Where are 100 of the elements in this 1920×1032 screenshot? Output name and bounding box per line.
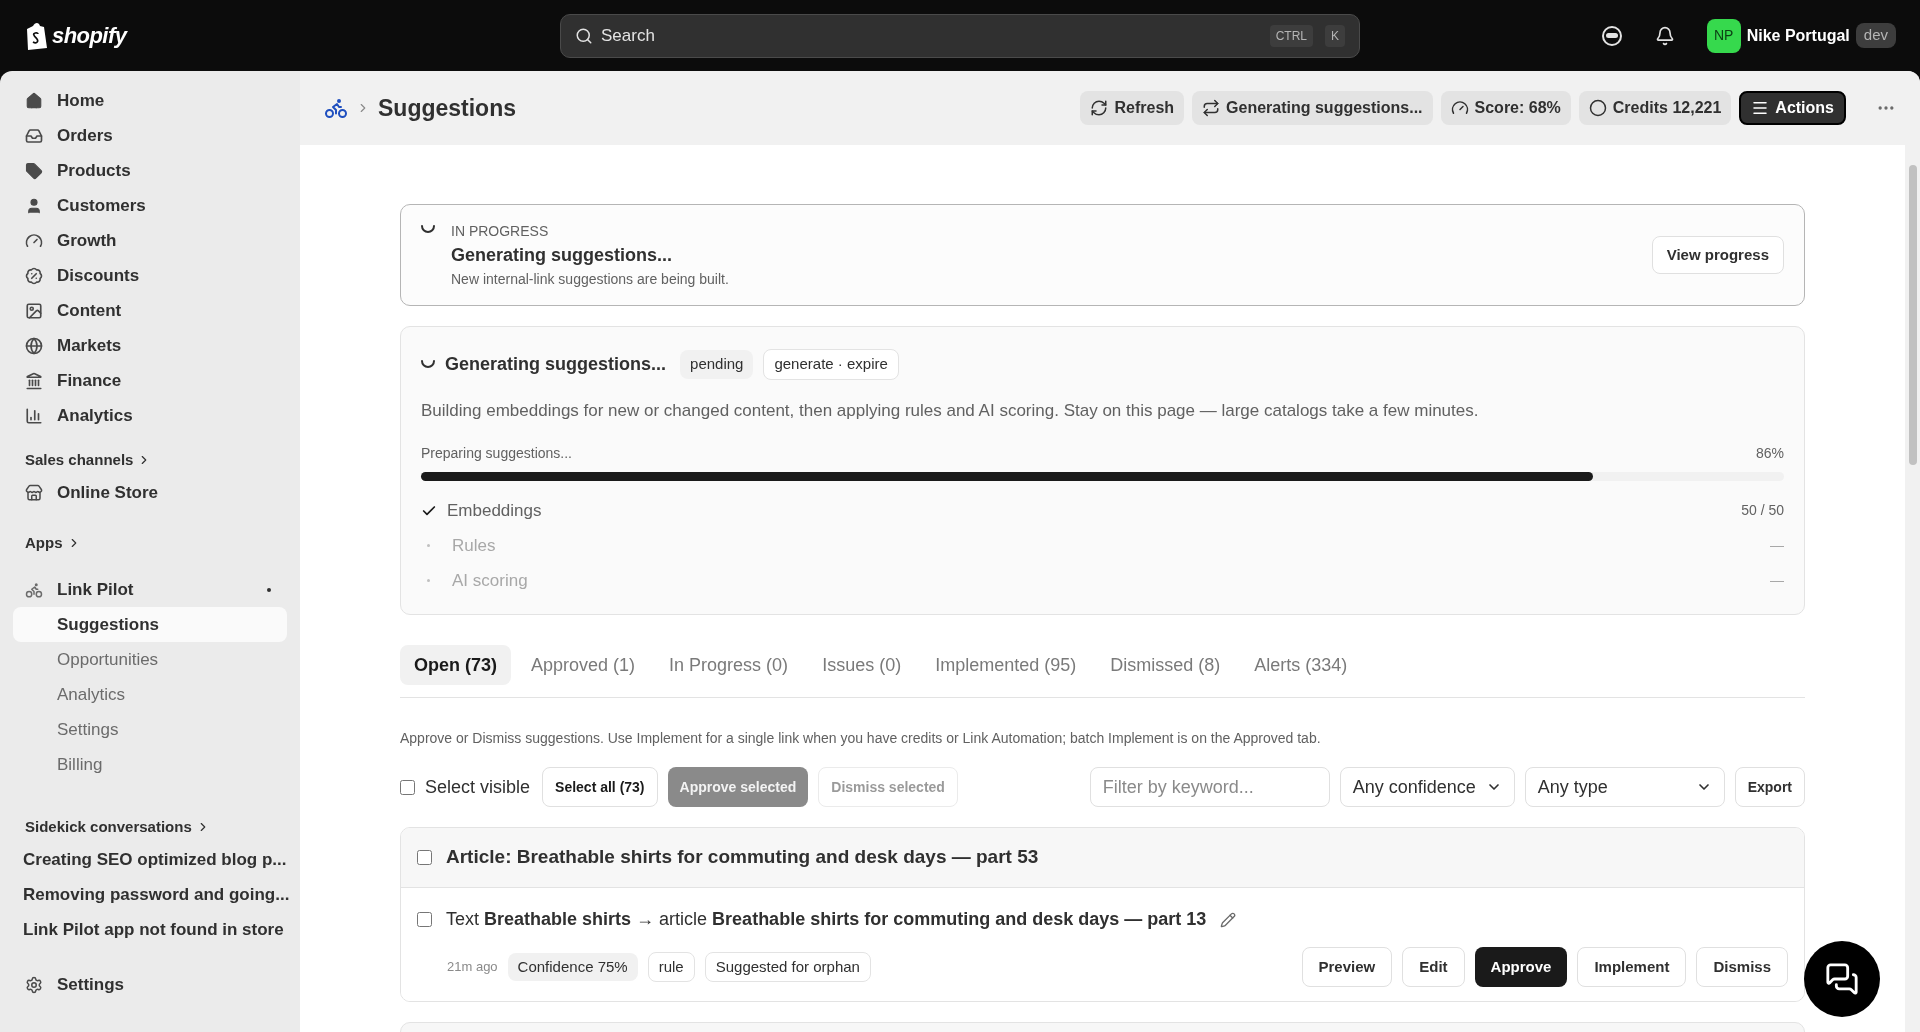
conversation-item[interactable]: Creating SEO optimized blog p... xyxy=(13,842,287,877)
job-description: Building embeddings for new or changed content, then applying rules and AI scoring. Stay on this page — large catalogs take a few minutes. xyxy=(421,399,1480,422)
timestamp: 21m ago xyxy=(447,958,498,977)
subnav-item[interactable]: Billing xyxy=(13,747,287,782)
tab[interactable]: Approved (1) xyxy=(517,645,650,685)
progress-label: Preparing suggestions... xyxy=(421,444,572,463)
search-field[interactable]: Search CTRL K xyxy=(560,13,1360,58)
image-icon xyxy=(25,301,43,320)
nav-item[interactable]: Orders xyxy=(13,118,287,153)
suggestion-text: Text Breathable shirts → article Breathable shirts for commuting and desk days — part 13 xyxy=(446,908,1207,931)
step-reading: 50 / 50 xyxy=(1741,501,1784,520)
notifications-icon[interactable] xyxy=(1654,25,1675,46)
status-label: IN PROGRESS xyxy=(451,221,550,241)
view-progress-button[interactable]: View progress xyxy=(1651,236,1784,274)
export-button[interactable]: Export xyxy=(1734,767,1805,807)
section-heading[interactable]: Apps xyxy=(13,528,287,558)
checkbox[interactable] xyxy=(400,779,415,795)
conversation-item[interactable]: Link Pilot app not found in store xyxy=(13,912,287,947)
action-button[interactable]: Preview xyxy=(1301,947,1393,987)
person-icon xyxy=(25,196,43,215)
header-button[interactable]: Refresh xyxy=(1080,91,1185,125)
action-button[interactable]: Dismiss xyxy=(1696,947,1788,987)
nav-item[interactable]: Finance xyxy=(13,363,287,398)
spinner-icon xyxy=(421,360,435,369)
subnav-item[interactable]: Analytics xyxy=(13,677,287,712)
subnav-item[interactable]: Settings xyxy=(13,712,287,747)
step-reading: — xyxy=(1770,536,1784,555)
action-button[interactable]: Edit xyxy=(1402,947,1465,987)
nav-item[interactable]: Markets xyxy=(13,328,287,363)
job-title: Generating suggestions... xyxy=(445,352,667,376)
sync-icon xyxy=(1202,99,1221,117)
checkbox[interactable] xyxy=(417,850,432,865)
header-button[interactable]: Credits 12,221 xyxy=(1578,91,1732,125)
checkbox[interactable] xyxy=(417,912,432,927)
settings-icon xyxy=(25,975,43,994)
step-label: Embeddings xyxy=(447,499,543,522)
tag: Confidence 75% xyxy=(507,952,638,982)
dropdown[interactable]: Any type xyxy=(1524,767,1725,807)
shopify-logo[interactable]: shopify xyxy=(24,19,560,52)
tag: rule xyxy=(647,951,695,983)
shortcut-key: CTRL xyxy=(1269,24,1313,47)
conversation-item[interactable]: Removing password and going... xyxy=(13,877,287,912)
tab[interactable]: Implemented (95) xyxy=(921,645,1091,685)
search-icon xyxy=(575,26,593,45)
section-heading[interactable]: Sales channels xyxy=(13,445,287,475)
status-tag: pending xyxy=(680,350,754,379)
step-label: Rules xyxy=(452,534,497,557)
nav-item[interactable]: Analytics xyxy=(13,398,287,433)
chat-icon xyxy=(1825,962,1859,996)
pencil-icon[interactable] xyxy=(1220,911,1237,928)
store-name[interactable]: Nike Portugal xyxy=(1746,23,1850,48)
nav-item[interactable]: Growth xyxy=(13,223,287,258)
nav-item[interactable]: Content xyxy=(13,293,287,328)
tag: Suggested for orphan xyxy=(704,951,871,983)
dev-badge: dev xyxy=(1855,23,1896,48)
dropdown[interactable]: Any confidence xyxy=(1339,767,1515,807)
tab[interactable]: Open (73) xyxy=(400,645,511,685)
nav-item[interactable]: Home xyxy=(13,83,287,118)
refresh-icon xyxy=(1090,99,1109,117)
store-icon xyxy=(25,483,43,502)
tab[interactable]: Alerts (334) xyxy=(1240,645,1362,685)
header-button[interactable]: Actions xyxy=(1739,91,1846,125)
tab[interactable]: Dismissed (8) xyxy=(1096,645,1235,685)
nav-item[interactable]: Products xyxy=(13,153,287,188)
gauge-icon xyxy=(25,231,43,250)
section-heading[interactable]: Sidekick conversations xyxy=(13,812,287,842)
circle-icon xyxy=(1588,99,1607,117)
action-button[interactable]: Approve xyxy=(1474,947,1568,987)
step-label: AI scoring xyxy=(452,569,529,592)
home-icon xyxy=(25,91,43,110)
nav-item[interactable]: Settings xyxy=(13,967,287,1002)
nav-item[interactable]: Link Pilot xyxy=(13,572,287,607)
action-button[interactable]: Implement xyxy=(1577,947,1687,987)
globe-icon xyxy=(25,336,43,355)
toolbar-button[interactable]: Select all (73) xyxy=(542,767,658,807)
nav-item[interactable]: Online Store xyxy=(13,475,287,510)
status-tag: generate · expire xyxy=(763,349,899,380)
header-button[interactable]: Generating suggestions... xyxy=(1192,91,1433,125)
progress-reading: 86% xyxy=(1755,444,1784,463)
subnav-item[interactable]: Suggestions xyxy=(13,607,287,642)
page-title: Suggestions xyxy=(378,93,517,123)
gauge-icon xyxy=(1450,99,1469,117)
help-text: Approve or Dismiss suggestions. Use Implement for a single link when you have credits or Link Automation; batch Implement is on the Approved tab. xyxy=(400,729,1322,748)
shortcut-key: K xyxy=(1325,24,1345,47)
tag-icon xyxy=(25,161,43,180)
group-title: Article: Breathable shirts for commuting and desk days — part 53 xyxy=(446,845,1039,870)
inbox-icon xyxy=(25,126,43,145)
bike-icon xyxy=(25,580,43,599)
banner-title: Generating suggestions... xyxy=(451,243,674,267)
avatar[interactable]: NP xyxy=(1706,18,1741,53)
nav-item[interactable]: Customers xyxy=(13,188,287,223)
bar-chart-icon xyxy=(25,406,43,425)
subnav-item[interactable]: Opportunities xyxy=(13,642,287,677)
step-reading: — xyxy=(1770,571,1784,590)
header-button[interactable]: Score: 68% xyxy=(1440,91,1571,125)
checkbox-label: Select visible xyxy=(425,775,531,799)
nav-item[interactable]: Discounts xyxy=(13,258,287,293)
tab[interactable]: In Progress (0) xyxy=(655,645,803,685)
tab[interactable]: Issues (0) xyxy=(808,645,916,685)
percent-badge-icon xyxy=(25,266,43,285)
